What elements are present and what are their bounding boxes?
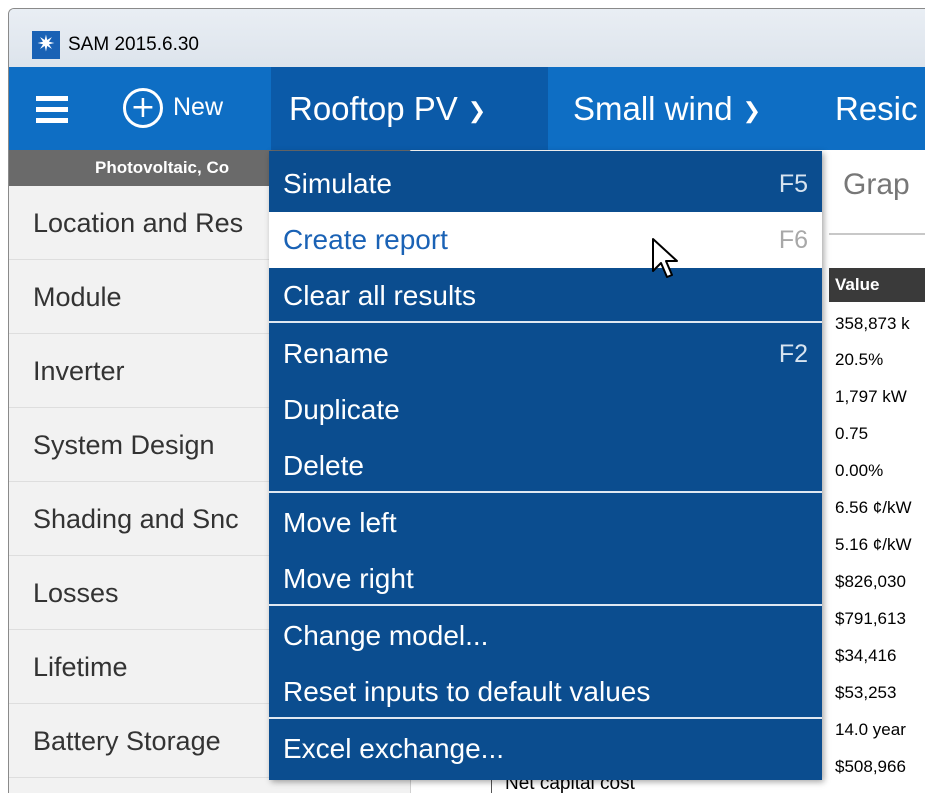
menu-item-label: Create report — [283, 224, 448, 255]
tab-residential[interactable]: Resic — [821, 67, 925, 150]
menu-shortcut: F6 — [778, 226, 808, 254]
menu-item-label: Excel exchange... — [283, 733, 505, 764]
value-cell: 5.16 ¢/kW — [835, 535, 912, 554]
value-cell: 1,797 kW — [835, 387, 907, 406]
sun-icon: ✷ — [32, 31, 60, 59]
tab-underline — [829, 233, 925, 235]
title-bar: ✷ SAM 2015.6.30 — [9, 9, 925, 67]
value-cell: $34,416 — [835, 646, 897, 665]
value-cell: $826,030 — [835, 572, 906, 591]
menu-item-simulate[interactable]: Simulate F5 — [269, 156, 822, 212]
menu-item-label: Delete — [283, 450, 364, 481]
menu-item-label: Rename — [283, 338, 389, 369]
chevron-down-icon: ❯ — [742, 98, 761, 123]
chevron-down-icon: ❯ — [467, 98, 487, 123]
menu-item-clear-results[interactable]: Clear all results — [269, 268, 822, 324]
value-cell: 14.0 year — [835, 720, 906, 739]
menu-item-create-report[interactable]: Create report F6 — [269, 212, 822, 268]
menu-item-delete[interactable]: Delete — [269, 438, 822, 494]
new-case-button[interactable]: + New — [121, 87, 245, 131]
tab-label: Rooftop PV — [289, 90, 458, 127]
case-dropdown-menu: Simulate F5 Create report F6 Clear all r… — [269, 151, 822, 780]
menu-separator — [269, 717, 822, 719]
plus-circle-icon: + — [123, 88, 163, 128]
menu-separator — [269, 604, 822, 606]
tab-label: Small wind — [573, 90, 733, 127]
menu-separator — [269, 491, 822, 493]
menu-item-label: Move left — [283, 507, 397, 538]
value-cell: $508,966 — [835, 757, 906, 776]
menu-item-label: Clear all results — [283, 280, 476, 311]
menu-shortcut: F5 — [778, 170, 808, 198]
menu-item-label: Simulate — [283, 168, 392, 199]
menu-item-excel-exchange[interactable]: Excel exchange... — [269, 721, 822, 777]
menu-item-label: Duplicate — [283, 394, 400, 425]
value-cell: 358,873 k — [835, 314, 910, 333]
menu-separator — [269, 321, 822, 323]
app-window: ✷ SAM 2015.6.30 + New Rooftop PV ❯ Small … — [8, 8, 925, 793]
nav-bar: + New Rooftop PV ❯ Small wind ❯ Resic — [9, 67, 925, 150]
graphs-tab-heading[interactable]: Grap — [843, 168, 910, 202]
tab-label: Resic — [835, 90, 918, 127]
menu-shortcut: F2 — [778, 340, 808, 368]
value-cell: $53,253 — [835, 683, 897, 702]
value-cell: 20.5% — [835, 350, 884, 369]
value-cell: 0.75 — [835, 424, 869, 443]
value-cell: 0.00% — [835, 461, 884, 480]
value-cell: 6.56 ¢/kW — [835, 498, 912, 517]
menu-item-reset-inputs[interactable]: Reset inputs to default values — [269, 664, 822, 720]
new-case-label: New — [173, 93, 224, 121]
menu-item-label: Move right — [283, 563, 414, 594]
value-column-header: Value — [829, 268, 925, 302]
menu-item-rename[interactable]: Rename F2 — [269, 326, 822, 382]
value-cell: $791,613 — [835, 609, 906, 628]
menu-item-move-left[interactable]: Move left — [269, 495, 822, 551]
tab-rooftop-pv[interactable]: Rooftop PV ❯ — [271, 67, 548, 150]
menu-item-change-model[interactable]: Change model... — [269, 608, 822, 664]
mouse-cursor-icon — [652, 238, 678, 278]
menu-item-label: Change model... — [283, 620, 489, 651]
menu-item-move-right[interactable]: Move right — [269, 551, 822, 607]
menu-item-label: Reset inputs to default values — [283, 676, 651, 707]
tab-small-wind[interactable]: Small wind ❯ — [567, 67, 827, 150]
hamburger-icon[interactable] — [29, 90, 75, 130]
menu-item-duplicate[interactable]: Duplicate — [269, 382, 822, 438]
window-title: SAM 2015.6.30 — [68, 34, 199, 55]
